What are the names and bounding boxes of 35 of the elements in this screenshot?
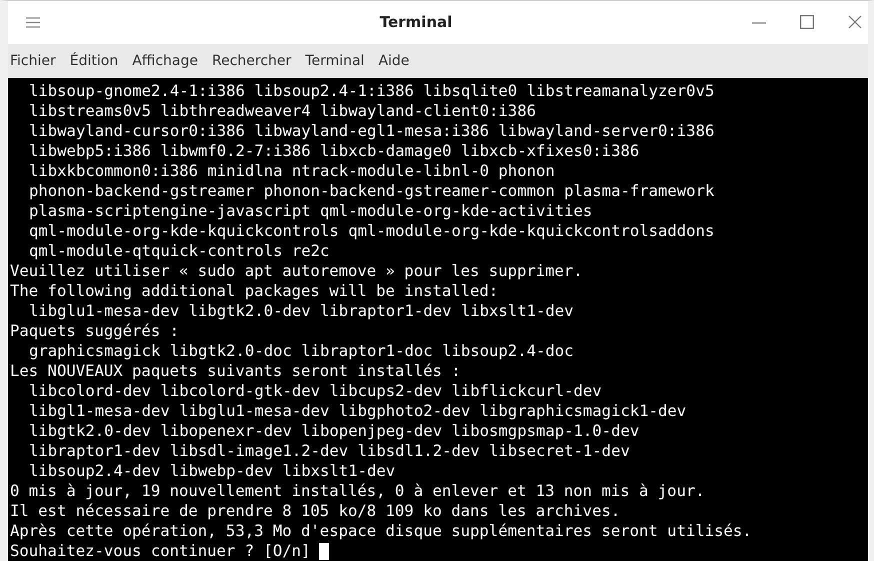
terminal-line: libsoup-gnome2.4-1:i386 libsoup2.4-1:i386 libsqlite0 libstreamanalyzer0v5 [29, 81, 714, 101]
terminal-line: Il est nécessaire de prendre 8 105 ko/8 109 ko dans les archives. [10, 501, 620, 521]
menu-item[interactable]: Aide [378, 52, 410, 69]
menu-item[interactable]: Affichage [132, 52, 198, 69]
terminal-line: libglu1-mesa-dev libgtk2.0-dev libraptor1-dev libxslt1-dev [29, 301, 574, 321]
terminal-line: Paquets suggérés : [10, 321, 179, 341]
menu-item[interactable]: Fichier [10, 52, 56, 69]
terminal-line: libwebp5:i386 libwmf0.2-7:i386 libxcb-damage0 libxcb-xfixes0:i386 [29, 141, 640, 161]
terminal-line: libwayland-cursor0:i386 libwayland-egl1-mesa:i386 libwayland-server0:i386 [29, 121, 714, 141]
terminal-line: Après cette opération, 53,3 Mo d'espace disque supplémentaires seront utilisés. [10, 521, 752, 541]
menu-icon[interactable] [26, 16, 40, 28]
terminal-line: libgtk2.0-dev libopenexr-dev libopenjpeg-dev libosmgpsmap-1.0-dev [29, 421, 640, 441]
text-cursor [319, 542, 330, 560]
terminal-line: libgl1-mesa-dev libglu1-mesa-dev libgphoto2-dev libgraphicsmagick1-dev [29, 401, 686, 421]
terminal-line: Veuillez utiliser « sudo apt autoremove » pour les supprimer. [10, 261, 583, 281]
terminal-line: plasma-scriptengine-javascript qml-module-org-kde-activities [29, 201, 592, 221]
terminal-line: Souhaitez-vous continuer ? [O/n] [10, 541, 310, 561]
terminal-line: qml-module-org-kde-kquickcontrols qml-module-org-kde-kquickcontrolsaddons [29, 221, 714, 241]
menu-item[interactable]: Rechercher [212, 52, 292, 69]
terminal-line: graphicsmagick libgtk2.0-doc libraptor1-doc libsoup2.4-doc [29, 341, 574, 361]
maximize-icon[interactable] [800, 15, 814, 30]
terminal-line: The following additional packages will be installed: [10, 281, 498, 301]
terminal-line: libraptor1-dev libsdl-image1.2-dev libsdl1.2-dev libsecret-1-dev [29, 441, 630, 461]
menu-item[interactable]: Édition [70, 52, 118, 69]
terminal-line: libstreams0v5 libthreadweaver4 libwayland-client0:i386 [29, 101, 536, 121]
terminal-line: qml-module-qtquick-controls re2c [29, 241, 330, 261]
menu-item[interactable]: Terminal [305, 52, 364, 69]
window-title: Terminal [378, 13, 454, 32]
terminal-line: libxkbcommon0:i386 minidlna ntrack-module-libnl-0 phonon [29, 161, 555, 181]
terminal-line: phonon-backend-gstreamer phonon-backend-gstreamer-common plasma-framework [29, 181, 714, 201]
terminal-line: Les NOUVEAUX paquets suivants seront installés : [10, 361, 461, 381]
terminal-line: libsoup2.4-dev libwebp-dev libxslt1-dev [29, 461, 396, 481]
terminal-line: libcolord-dev libcolord-gtk-dev libcups2-dev libflickcurl-dev [29, 381, 602, 401]
terminal-line: 0 mis à jour, 19 nouvellement installés, 0 à enlever et 13 non mis à jour. [10, 481, 705, 501]
close-icon[interactable] [848, 15, 862, 30]
